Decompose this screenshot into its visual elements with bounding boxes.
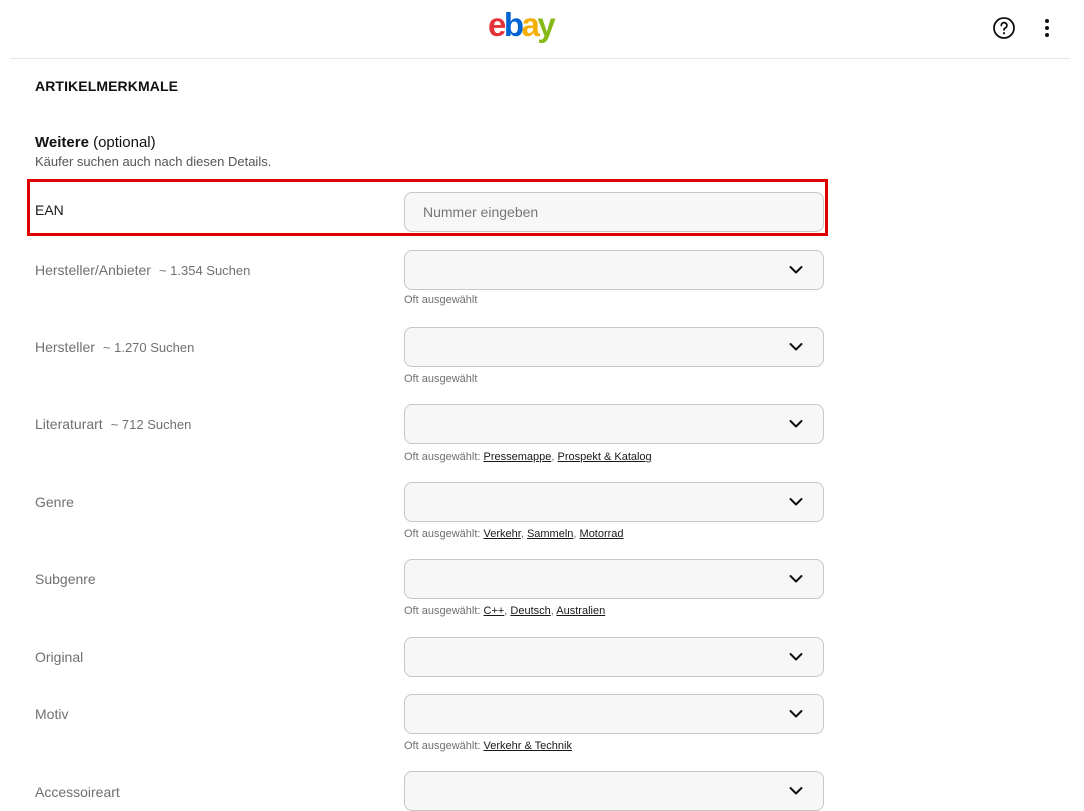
more-vertical-icon[interactable] xyxy=(1040,16,1054,40)
group-title: Weitere (optional) xyxy=(35,134,156,151)
literaturart-label-text: Literaturart xyxy=(35,416,103,432)
suggestion-link[interactable]: Verkehr xyxy=(484,528,521,540)
header-bar: ebay xyxy=(0,0,1084,58)
motiv-label: Motiv xyxy=(35,706,69,722)
group-subtitle: Käufer suchen auch nach diesen Details. xyxy=(35,154,272,169)
chevron-down-icon xyxy=(789,266,803,274)
literaturart-hint: Oft ausgewählt: Pressemappe, Prospekt & … xyxy=(404,451,652,463)
suggestion-link[interactable]: Australien xyxy=(556,605,605,617)
suggestion-link[interactable]: Sammeln xyxy=(527,528,573,540)
group-title-bold: Weitere xyxy=(35,134,89,151)
subgenre-label: Subgenre xyxy=(35,571,96,587)
literaturart-search-count: ~ 712 Suchen xyxy=(110,417,192,432)
logo-letter-e: e xyxy=(488,6,506,43)
help-circle-icon[interactable] xyxy=(992,16,1016,40)
logo-letter-a: a xyxy=(521,6,540,43)
chevron-down-icon xyxy=(789,343,803,351)
subgenre-select[interactable] xyxy=(404,559,824,599)
motiv-hint: Oft ausgewählt: Verkehr & Technik xyxy=(404,740,572,752)
hersteller-select[interactable] xyxy=(404,327,824,367)
suggestion-link[interactable]: Verkehr & Technik xyxy=(484,740,572,752)
suggestion-link[interactable]: C++ xyxy=(484,605,505,617)
ean-input[interactable] xyxy=(404,192,824,232)
hersteller-anbieter-label-text: Hersteller/Anbieter xyxy=(35,262,151,278)
logo-letter-b: b xyxy=(503,6,524,43)
subgenre-hint: Oft ausgewählt: C++, Deutsch, Australien xyxy=(404,605,606,617)
logo-letter-y: y xyxy=(537,6,555,43)
hersteller-anbieter-hint: Oft ausgewählt xyxy=(404,294,478,306)
chevron-down-icon xyxy=(789,710,803,718)
chevron-down-icon xyxy=(789,498,803,506)
chevron-down-icon xyxy=(789,575,803,583)
genre-select[interactable] xyxy=(404,482,824,522)
motiv-select[interactable] xyxy=(404,694,824,734)
genre-label: Genre xyxy=(35,494,74,510)
genre-hint: Oft ausgewählt: Verkehr, Sammeln, Motorr… xyxy=(404,528,624,540)
hint-prefix: Oft ausgewählt: xyxy=(404,451,484,463)
hersteller-anbieter-select[interactable] xyxy=(404,250,824,290)
chevron-down-icon xyxy=(789,787,803,795)
hersteller-hint: Oft ausgewählt xyxy=(404,373,478,385)
ean-label: EAN xyxy=(35,202,64,218)
hersteller-label: Hersteller ~ 1.270 Suchen xyxy=(35,339,194,355)
literaturart-select[interactable] xyxy=(404,404,824,444)
chevron-down-icon xyxy=(789,653,803,661)
suggestion-link[interactable]: Motorrad xyxy=(580,528,624,540)
section-title: ARTIKELMERKMALE xyxy=(35,78,179,94)
hersteller-label-text: Hersteller xyxy=(35,339,95,355)
hint-prefix: Oft ausgewählt: xyxy=(404,528,484,540)
hersteller-search-count: ~ 1.270 Suchen xyxy=(102,340,195,355)
original-select[interactable] xyxy=(404,637,824,677)
original-label: Original xyxy=(35,649,84,665)
hint-prefix: Oft ausgewählt: xyxy=(404,605,484,617)
ebay-logo[interactable]: ebay xyxy=(488,6,556,44)
chevron-down-icon xyxy=(789,420,803,428)
hersteller-anbieter-label: Hersteller/Anbieter ~ 1.354 Suchen xyxy=(35,262,250,278)
suggestion-link[interactable]: Deutsch xyxy=(510,605,550,617)
accessoireart-select[interactable] xyxy=(404,771,824,811)
accessoireart-label: Accessoireart xyxy=(35,784,120,800)
hersteller-anbieter-search-count: ~ 1.354 Suchen xyxy=(158,263,251,278)
hint-prefix: Oft ausgewählt: xyxy=(404,740,484,752)
header-divider xyxy=(10,58,1070,59)
suggestion-link[interactable]: Prospekt & Katalog xyxy=(558,451,652,463)
group-title-optional: (optional) xyxy=(88,134,156,151)
suggestion-link[interactable]: Pressemappe xyxy=(484,451,552,463)
literaturart-label: Literaturart ~ 712 Suchen xyxy=(35,416,191,432)
